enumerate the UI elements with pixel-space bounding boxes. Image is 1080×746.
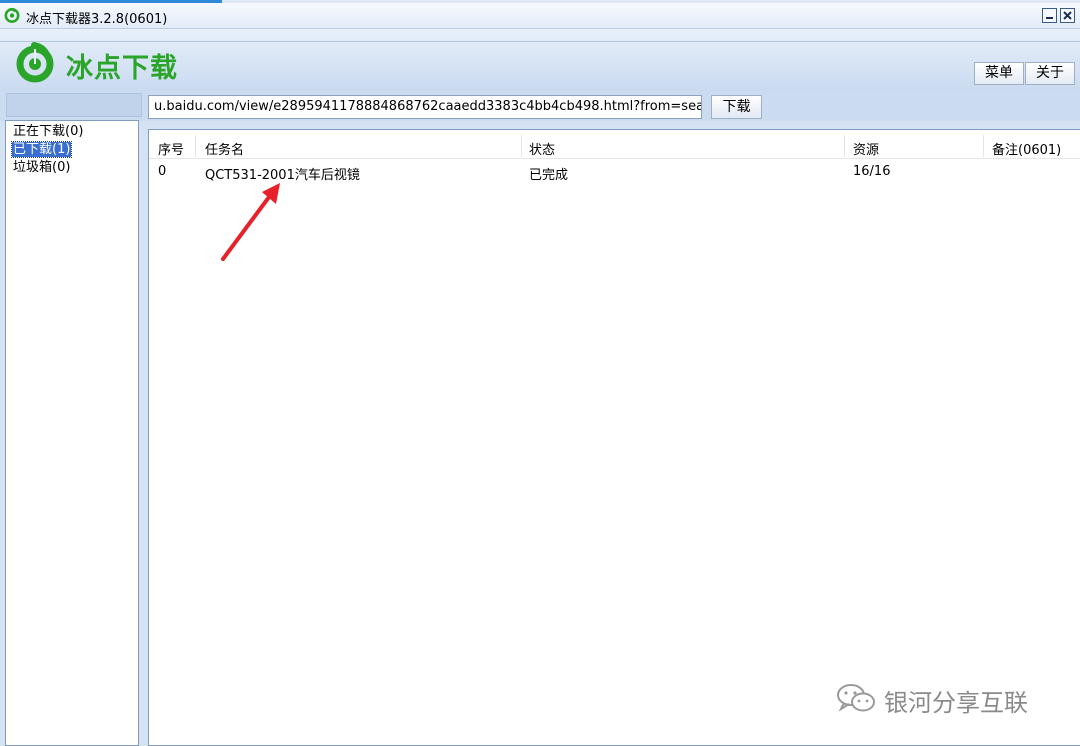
column-header-index[interactable]: 序号 bbox=[158, 139, 184, 158]
sidebar-item-label: 垃圾箱(0) bbox=[13, 160, 71, 175]
about-button[interactable]: 关于 bbox=[1025, 62, 1075, 85]
column-header-note[interactable]: 备注(0601) bbox=[992, 139, 1061, 158]
row-index: 0 bbox=[158, 164, 167, 179]
download-button[interactable]: 下载 bbox=[711, 95, 762, 119]
watermark-text: 银河分享互联 bbox=[884, 689, 1028, 717]
url-toolbar: u.baidu.com/view/e289594117888486876​2ca… bbox=[0, 91, 1080, 121]
window-title: 冰点下载器3.2.8(0601) bbox=[26, 12, 168, 27]
sidebar-item-downloading[interactable]: 正在下载(0) bbox=[6, 123, 138, 141]
annotation-arrow-icon bbox=[221, 183, 280, 261]
minimize-button[interactable] bbox=[1042, 8, 1057, 23]
title-bar: 冰点下载器3.2.8(0601) bbox=[0, 0, 1080, 29]
toolbar-spacer bbox=[6, 93, 142, 117]
watermark: 银河分享互联 bbox=[836, 679, 1056, 719]
sidebar-item-downloaded[interactable]: 已下载(1) bbox=[6, 141, 138, 159]
row-resource: 16/16 bbox=[853, 164, 891, 179]
taskbar-strip bbox=[0, 0, 1080, 3]
category-sidebar: 正在下载(0) 已下载(1) 垃圾箱(0) bbox=[5, 120, 139, 746]
logo-text: 冰点下载 bbox=[66, 53, 178, 84]
wechat-icon bbox=[837, 684, 875, 712]
app-header: 冰点下载 菜单 关于 bbox=[0, 29, 1080, 91]
close-icon bbox=[1063, 11, 1072, 20]
menu-button[interactable]: 菜单 bbox=[974, 62, 1024, 85]
sidebar-item-label: 正在下载(0) bbox=[13, 124, 84, 139]
column-header-status[interactable]: 状态 bbox=[529, 139, 555, 158]
table-header: 序号 任务名 状态 资源 备注(0601) bbox=[149, 130, 1080, 159]
minimize-icon bbox=[1046, 17, 1053, 19]
sidebar-item-trash[interactable]: 垃圾箱(0) bbox=[6, 159, 138, 177]
close-button[interactable] bbox=[1060, 8, 1075, 23]
url-input[interactable]: u.baidu.com/view/e289594117888486876​2ca… bbox=[148, 95, 702, 119]
column-header-resource[interactable]: 资源 bbox=[853, 139, 879, 158]
logo-icon bbox=[16, 42, 54, 83]
sidebar-item-label: 已下载(1) bbox=[10, 141, 73, 158]
row-status: 已完成 bbox=[529, 168, 569, 183]
column-header-name[interactable]: 任务名 bbox=[205, 139, 244, 158]
app-logo-icon bbox=[4, 7, 20, 23]
